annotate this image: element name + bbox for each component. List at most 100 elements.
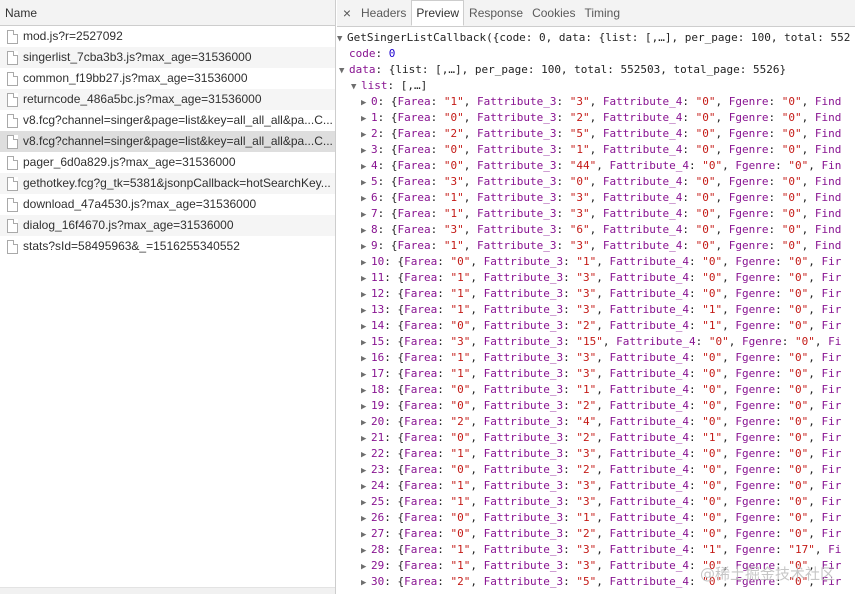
list-item[interactable]: ▶ 3: {Farea: "0", Fattribute_3: "1", Fatt… — [337, 142, 855, 158]
file-icon — [7, 218, 18, 233]
expand-triangle-icon[interactable]: ▶ — [361, 303, 371, 319]
list-item[interactable]: ▶ 12: {Farea: "1", Fattribute_3: "3", Fat… — [337, 286, 855, 302]
expand-triangle-icon[interactable]: ▶ — [361, 175, 371, 191]
request-name: v8.fcg?channel=singer&page=list&key=all_… — [23, 134, 333, 148]
list-item[interactable]: ▶ 4: {Farea: "0", Fattribute_3: "44", Fat… — [337, 158, 855, 174]
expand-triangle-icon[interactable]: ▶ — [361, 559, 371, 575]
request-name: returncode_486a5bc.js?max_age=31536000 — [23, 92, 262, 106]
expand-triangle-icon[interactable]: ▶ — [361, 95, 371, 111]
name-column-header[interactable]: Name — [0, 0, 335, 26]
request-row[interactable]: v8.fcg?channel=singer&page=list&key=all_… — [0, 131, 335, 152]
expand-triangle-icon[interactable]: ▶ — [361, 127, 371, 143]
request-row[interactable]: stats?sId=58495963&_=1516255340552 — [0, 236, 335, 257]
expand-triangle-icon[interactable]: ▶ — [361, 207, 371, 223]
request-row[interactable]: pager_6d0a829.js?max_age=31536000 — [0, 152, 335, 173]
expand-triangle-icon[interactable]: ▼ — [337, 31, 347, 47]
expand-triangle-icon[interactable]: ▶ — [361, 399, 371, 415]
tab-preview[interactable]: Preview — [411, 0, 465, 26]
expand-triangle-icon[interactable]: ▶ — [361, 511, 371, 527]
expand-triangle-icon[interactable]: ▶ — [361, 319, 371, 335]
expand-triangle-icon[interactable]: ▶ — [361, 495, 371, 511]
expand-triangle-icon[interactable]: ▶ — [361, 415, 371, 431]
tab-headers[interactable]: Headers — [357, 0, 410, 26]
request-name: stats?sId=58495963&_=1516255340552 — [23, 239, 240, 253]
expand-triangle-icon[interactable]: ▶ — [361, 447, 371, 463]
list-item[interactable]: ▶ 21: {Farea: "0", Fattribute_3: "2", Fat… — [337, 430, 855, 446]
detail-tabs: × Headers Preview Response Cookies Timing — [337, 0, 855, 27]
expand-triangle-icon[interactable]: ▶ — [361, 159, 371, 175]
expand-triangle-icon[interactable]: ▶ — [361, 383, 371, 399]
list-item[interactable]: ▶ 16: {Farea: "1", Fattribute_3: "3", Fat… — [337, 350, 855, 366]
expand-triangle-icon[interactable]: ▼ — [351, 79, 361, 95]
list-item[interactable]: ▶ 11: {Farea: "1", Fattribute_3: "3", Fat… — [337, 270, 855, 286]
list-item[interactable]: ▶ 26: {Farea: "0", Fattribute_3: "1", Fat… — [337, 510, 855, 526]
file-icon — [7, 29, 18, 44]
horizontal-scrollbar[interactable] — [0, 587, 335, 594]
tab-cookies[interactable]: Cookies — [528, 0, 579, 26]
list-item[interactable]: ▶ 10: {Farea: "0", Fattribute_3: "1", Fat… — [337, 254, 855, 270]
request-row[interactable]: singerlist_7cba3b3.js?max_age=31536000 — [0, 47, 335, 68]
expand-triangle-icon[interactable]: ▶ — [361, 143, 371, 159]
root-node[interactable]: ▼ GetSingerListCallback({code: 0, data: {… — [337, 30, 855, 46]
expand-triangle-icon[interactable]: ▶ — [361, 271, 371, 287]
expand-triangle-icon[interactable]: ▼ — [339, 63, 349, 79]
list-item[interactable]: ▶ 0: {Farea: "1", Fattribute_3: "3", Fatt… — [337, 94, 855, 110]
request-row[interactable]: dialog_16f4670.js?max_age=31536000 — [0, 215, 335, 236]
list-item[interactable]: ▶ 22: {Farea: "1", Fattribute_3: "3", Fat… — [337, 446, 855, 462]
list-item[interactable]: ▶ 15: {Farea: "3", Fattribute_3: "15", Fa… — [337, 334, 855, 350]
list-item[interactable]: ▶ 25: {Farea: "1", Fattribute_3: "3", Fat… — [337, 494, 855, 510]
request-row[interactable]: returncode_486a5bc.js?max_age=31536000 — [0, 89, 335, 110]
list-item[interactable]: ▶ 19: {Farea: "0", Fattribute_3: "2", Fat… — [337, 398, 855, 414]
list-item[interactable]: ▶ 1: {Farea: "0", Fattribute_3: "2", Fatt… — [337, 110, 855, 126]
expand-triangle-icon[interactable]: ▶ — [361, 431, 371, 447]
list-item[interactable]: ▶ 20: {Farea: "2", Fattribute_3: "4", Fat… — [337, 414, 855, 430]
request-name: pager_6d0a829.js?max_age=31536000 — [23, 155, 236, 169]
request-name: v8.fcg?channel=singer&page=list&key=all_… — [23, 113, 333, 127]
expand-triangle-icon[interactable]: ▶ — [361, 239, 371, 255]
expand-triangle-icon[interactable]: ▶ — [361, 255, 371, 271]
list-items: ▶ 0: {Farea: "1", Fattribute_3: "3", Fatt… — [337, 94, 855, 590]
list-item[interactable]: ▶ 27: {Farea: "0", Fattribute_3: "2", Fat… — [337, 526, 855, 542]
expand-triangle-icon[interactable]: ▶ — [361, 191, 371, 207]
list-item[interactable]: ▶ 13: {Farea: "1", Fattribute_3: "3", Fat… — [337, 302, 855, 318]
expand-triangle-icon[interactable]: ▶ — [361, 463, 371, 479]
network-request-list: Name mod.js?r=2527092 singerlist_7cba3b3.… — [0, 0, 336, 594]
file-icon — [7, 134, 18, 149]
request-row[interactable]: download_47a4530.js?max_age=31536000 — [0, 194, 335, 215]
list-item[interactable]: ▶ 17: {Farea: "1", Fattribute_3: "3", Fat… — [337, 366, 855, 382]
expand-triangle-icon[interactable]: ▶ — [361, 287, 371, 303]
list-item[interactable]: ▶ 28: {Farea: "1", Fattribute_3: "3", Fat… — [337, 542, 855, 558]
expand-triangle-icon[interactable]: ▶ — [361, 367, 371, 383]
expand-triangle-icon[interactable]: ▶ — [361, 111, 371, 127]
request-row[interactable]: common_f19bb27.js?max_age=31536000 — [0, 68, 335, 89]
request-name: download_47a4530.js?max_age=31536000 — [23, 197, 257, 211]
expand-triangle-icon[interactable]: ▶ — [361, 527, 371, 543]
expand-triangle-icon[interactable]: ▶ — [361, 479, 371, 495]
list-item[interactable]: ▶ 14: {Farea: "0", Fattribute_3: "2", Fat… — [337, 318, 855, 334]
list-item[interactable]: ▶ 5: {Farea: "3", Fattribute_3: "0", Fatt… — [337, 174, 855, 190]
tab-response[interactable]: Response — [465, 0, 527, 26]
expand-triangle-icon[interactable]: ▶ — [361, 223, 371, 239]
list-item[interactable]: ▶ 18: {Farea: "0", Fattribute_3: "1", Fat… — [337, 382, 855, 398]
list-item[interactable]: ▶ 8: {Farea: "3", Fattribute_3: "6", Fatt… — [337, 222, 855, 238]
expand-triangle-icon[interactable]: ▶ — [361, 351, 371, 367]
file-icon — [7, 113, 18, 128]
file-icon — [7, 176, 18, 191]
list-item[interactable]: ▶ 24: {Farea: "1", Fattribute_3: "3", Fat… — [337, 478, 855, 494]
list-item[interactable]: ▶ 6: {Farea: "1", Fattribute_3: "3", Fatt… — [337, 190, 855, 206]
request-row[interactable]: gethotkey.fcg?g_tk=5381&jsonpCallback=ho… — [0, 173, 335, 194]
expand-triangle-icon[interactable]: ▶ — [361, 575, 371, 591]
list-item[interactable]: ▶ 23: {Farea: "0", Fattribute_3: "2", Fat… — [337, 462, 855, 478]
list-node[interactable]: ▼ list: [,…] — [337, 78, 855, 94]
data-node[interactable]: ▼ data: {list: [,…], per_page: 100, total… — [337, 62, 855, 78]
expand-triangle-icon[interactable]: ▶ — [361, 335, 371, 351]
expand-triangle-icon[interactable]: ▶ — [361, 543, 371, 559]
list-item[interactable]: ▶ 7: {Farea: "1", Fattribute_3: "3", Fatt… — [337, 206, 855, 222]
request-row[interactable]: v8.fcg?channel=singer&page=list&key=all_… — [0, 110, 335, 131]
list-item[interactable]: ▶ 9: {Farea: "1", Fattribute_3: "3", Fatt… — [337, 238, 855, 254]
tab-timing[interactable]: Timing — [580, 0, 624, 26]
list-item[interactable]: ▶ 2: {Farea: "2", Fattribute_3: "5", Fatt… — [337, 126, 855, 142]
request-row[interactable]: mod.js?r=2527092 — [0, 26, 335, 47]
close-icon[interactable]: × — [337, 0, 357, 26]
file-icon — [7, 155, 18, 170]
